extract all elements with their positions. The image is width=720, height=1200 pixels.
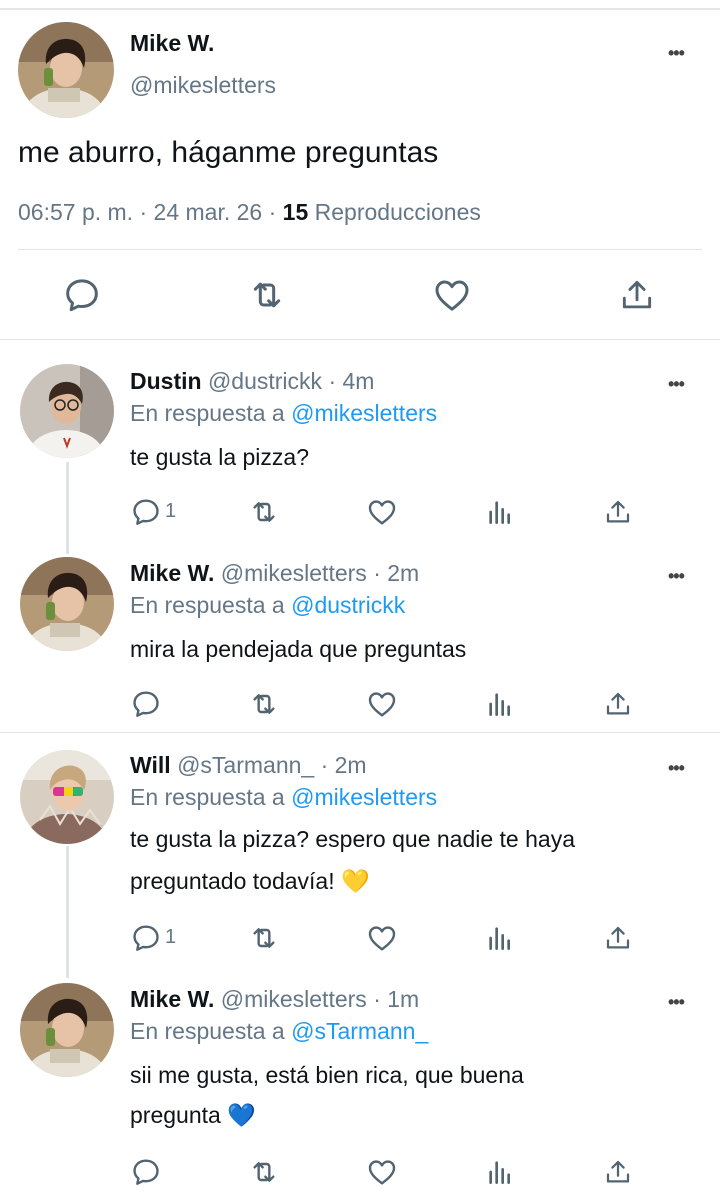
avatar-mike[interactable] [20, 557, 114, 651]
reply-to-link[interactable]: @mikesletters [291, 784, 437, 810]
more-icon[interactable]: ••• [668, 759, 685, 777]
reply-header: Mike W. @mikesletters · 2m [130, 560, 419, 587]
reply-context: En respuesta a @mikesletters [130, 400, 438, 426]
reply-age: · 4m [328, 368, 375, 394]
retweet-icon[interactable] [245, 275, 289, 315]
section-divider [0, 339, 720, 340]
thread-line [66, 462, 69, 554]
tweet-meta: 06:57 p. m. · 24 mar. 26 · 15 Reproducci… [18, 199, 481, 225]
reply-to-link[interactable]: @dustrickk [291, 592, 405, 618]
reply-context: En respuesta a @mikesletters [130, 784, 438, 810]
view-count: 15 [282, 199, 309, 225]
tweet-date: 24 mar. 26 [153, 199, 263, 225]
more-icon[interactable]: ••• [668, 993, 685, 1011]
heart-icon[interactable] [366, 1156, 398, 1188]
section-divider [0, 732, 720, 733]
reply-author-handle[interactable]: @sTarmann_ [177, 752, 314, 778]
reply-author-handle[interactable]: @dustrickk [208, 368, 322, 394]
reply-age: · 2m [320, 752, 367, 778]
reply-context: En respuesta a @dustrickk [130, 592, 406, 618]
share-icon[interactable] [603, 688, 633, 720]
heart-icon[interactable] [366, 496, 398, 528]
heart-icon[interactable] [366, 922, 398, 954]
share-icon[interactable] [603, 496, 633, 528]
reply-text: te gusta la pizza? [130, 444, 310, 470]
more-icon[interactable]: ••• [668, 44, 685, 62]
reply-icon[interactable] [130, 496, 162, 528]
reply-icon[interactable] [130, 688, 162, 720]
reply-header: Will @sTarmann_ · 2m [130, 752, 367, 779]
reply-text: pregunta 💙 [130, 1102, 256, 1128]
heart-icon[interactable] [432, 275, 472, 315]
reply-count: 1 [165, 500, 177, 522]
reply-to-link[interactable]: @sTarmann_ [291, 1018, 428, 1044]
top-divider [0, 8, 720, 10]
reply-header: Dustin @dustrickk · 4m [130, 368, 374, 395]
more-icon[interactable]: ••• [668, 567, 685, 585]
avatar-mike[interactable] [20, 983, 114, 1077]
reply-count: 1 [165, 926, 177, 948]
reply-author-handle[interactable]: @mikesletters [221, 560, 367, 586]
reply-age: · 1m [373, 986, 420, 1012]
stats-divider [18, 249, 702, 250]
retweet-icon[interactable] [246, 922, 282, 954]
reply-age: · 2m [373, 560, 420, 586]
tweet-text: me aburro, háganme preguntas [18, 136, 439, 169]
views-icon[interactable] [484, 496, 516, 528]
reply-author-name[interactable]: Dustin [130, 368, 202, 394]
views-icon[interactable] [484, 922, 516, 954]
reply-icon[interactable] [130, 922, 162, 954]
retweet-icon[interactable] [246, 688, 282, 720]
reply-author-name[interactable]: Will [130, 752, 171, 778]
avatar-mike[interactable] [18, 22, 114, 118]
reply-icon[interactable] [62, 275, 102, 315]
heart-icon[interactable] [366, 688, 398, 720]
reply-author-handle[interactable]: @mikesletters [221, 986, 367, 1012]
more-icon[interactable]: ••• [668, 375, 685, 393]
reply-text: te gusta la pizza? espero que nadie te h… [130, 826, 575, 852]
reply-to-link[interactable]: @mikesletters [291, 400, 437, 426]
reply-text: sii me gusta, está bien rica, que buena [130, 1062, 524, 1088]
reply-icon[interactable] [130, 1156, 162, 1188]
views-icon[interactable] [484, 1156, 516, 1188]
author-name[interactable]: Mike W. [130, 30, 214, 57]
retweet-icon[interactable] [246, 496, 282, 528]
reply-author-name[interactable]: Mike W. [130, 560, 214, 586]
reply-context: En respuesta a @sTarmann_ [130, 1018, 429, 1044]
share-icon[interactable] [603, 922, 633, 954]
retweet-icon[interactable] [246, 1156, 282, 1188]
view-label[interactable]: Reproducciones [315, 199, 481, 225]
reply-author-name[interactable]: Mike W. [130, 986, 214, 1012]
views-icon[interactable] [484, 688, 516, 720]
share-icon[interactable] [603, 1156, 633, 1188]
tweet-time: 06:57 p. m. [18, 199, 134, 225]
share-icon[interactable] [618, 275, 656, 315]
reply-text: mira la pendejada que preguntas [130, 636, 467, 662]
avatar-will[interactable] [20, 750, 114, 844]
author-handle[interactable]: @mikesletters [130, 72, 276, 99]
reply-header: Mike W. @mikesletters · 1m [130, 986, 419, 1013]
reply-text: preguntado todavía! 💛 [130, 868, 370, 894]
thread-line [66, 846, 69, 978]
avatar-dustin[interactable] [20, 364, 114, 458]
